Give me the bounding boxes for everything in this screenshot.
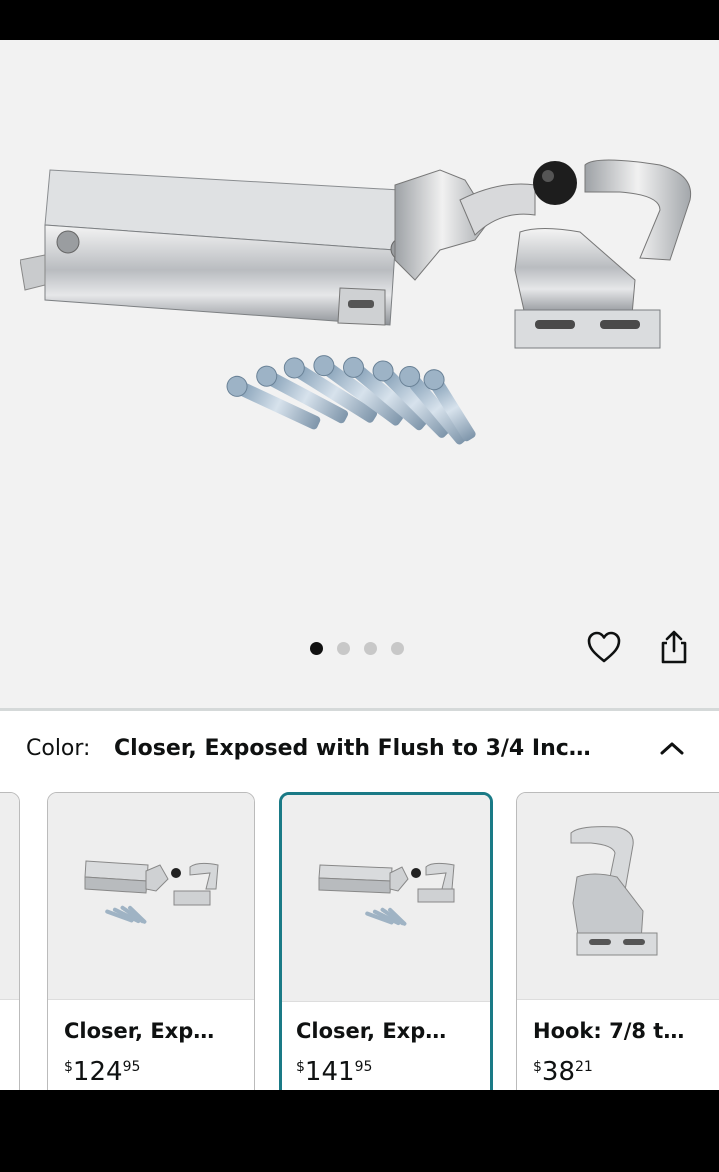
product-image <box>20 159 692 445</box>
section-divider <box>0 708 719 711</box>
variant-thumbnail <box>517 793 719 1000</box>
variant-image <box>318 862 455 926</box>
variant-card-selected[interactable]: Closer, Exp… $14195 <box>279 792 493 1090</box>
heart-icon[interactable] <box>584 627 624 667</box>
variant-name: Closer, Exp… <box>296 1019 447 1043</box>
chevron-up-icon[interactable] <box>652 728 692 768</box>
image-pagination-dots[interactable] <box>310 641 404 655</box>
pagination-dot[interactable] <box>364 641 377 655</box>
variant-thumbnail <box>282 795 490 1002</box>
variant-card[interactable]: Closer, Exp… $12495 <box>47 792 255 1090</box>
variant-price: $12495 <box>64 1057 141 1087</box>
variant-image <box>570 826 658 956</box>
variant-name: Closer, Exp… <box>64 1019 215 1043</box>
variant-name: Hook: 7/8 t… <box>533 1019 685 1043</box>
color-label: Color: <box>26 736 91 761</box>
pagination-dot[interactable] <box>310 641 323 655</box>
color-selector[interactable]: Color: Closer, Exposed with Flush to 3/4… <box>0 726 719 776</box>
variant-card[interactable]: Hook: 7/8 t… $3821 <box>516 792 719 1090</box>
product-image-gallery[interactable] <box>0 40 719 708</box>
variant-thumbnail <box>0 793 19 1000</box>
variant-card-partial[interactable] <box>0 792 20 1090</box>
variant-carousel[interactable]: Closer, Exp… $12495 Closer, Exp… $14195 <box>0 792 719 1090</box>
navigation-bar <box>0 1090 719 1172</box>
variant-thumbnail <box>48 793 254 1000</box>
selected-color-value: Closer, Exposed with Flush to 3/4 Inc… <box>114 736 591 761</box>
share-icon[interactable] <box>654 627 694 667</box>
pagination-dot[interactable] <box>337 641 350 655</box>
variant-price: $14195 <box>296 1057 373 1087</box>
pagination-dot[interactable] <box>391 641 404 655</box>
product-page: Color: Closer, Exposed with Flush to 3/4… <box>0 40 719 1090</box>
variant-image <box>84 860 219 924</box>
variant-price: $3821 <box>533 1057 593 1087</box>
status-bar <box>0 0 719 40</box>
